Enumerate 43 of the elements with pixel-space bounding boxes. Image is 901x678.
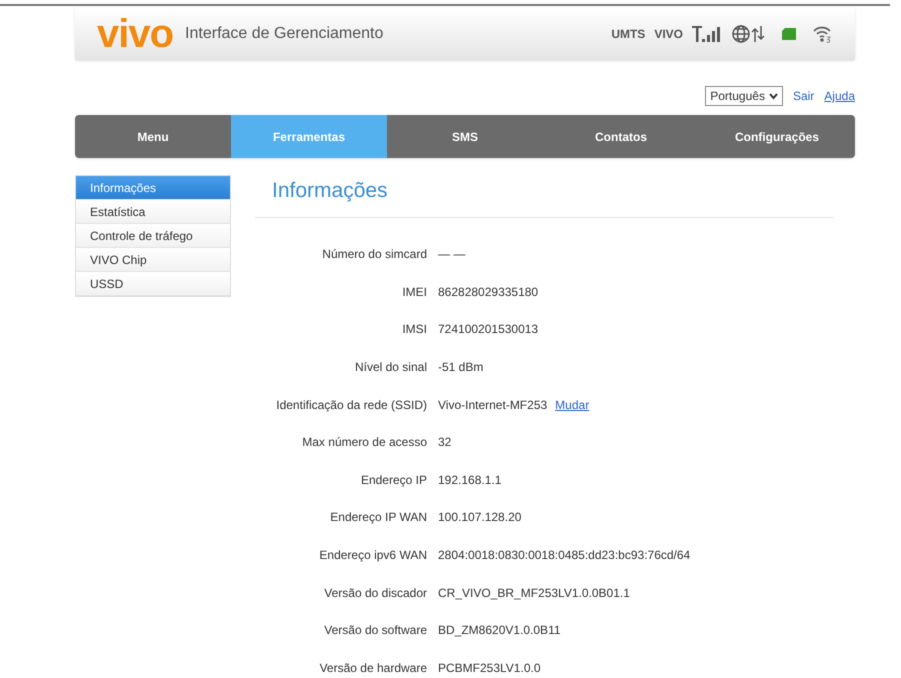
field-value: BD_ZM8620V1.0.0B11 <box>438 622 561 640</box>
field-value: PCBMF253LV1.0.0 <box>438 660 540 677</box>
chevron-down-icon <box>768 92 778 100</box>
field-value: — — <box>438 246 466 264</box>
field-value: 100.107.128.20 <box>438 509 522 526</box>
nav-tab[interactable]: Configurações <box>699 115 855 158</box>
field-value: 862828029335180 <box>438 284 538 301</box>
operator-name: VIVO <box>654 26 683 43</box>
field-label: Max número de acesso <box>301 434 428 452</box>
globe-arrows-icon <box>731 24 765 44</box>
language-select[interactable]: Português <box>705 86 783 106</box>
nav-tab[interactable]: SMS <box>387 115 543 158</box>
wifi-icon <box>813 24 833 44</box>
field-value: -51 dBm <box>438 359 484 376</box>
field-label: Endereço IP <box>360 472 428 489</box>
top-link[interactable]: Sair <box>792 87 814 105</box>
field-value: CR_VIVO_BR_MF253LV1.0.0B01.1 <box>438 584 630 602</box>
field-value: Vivo-Internet-MF253 <box>438 396 548 414</box>
change-link[interactable]: Mudar <box>555 396 590 414</box>
field-value: 724100201530013 <box>438 321 538 338</box>
field-label: Número do simcard <box>321 246 428 264</box>
nav-tab[interactable]: Contatos <box>543 115 699 158</box>
field-label: Versão do software <box>323 622 428 640</box>
field-value: 32 <box>438 434 452 452</box>
field-label: Identificação da rede (SSID) <box>275 396 428 414</box>
page-title: Informações <box>272 179 388 202</box>
field-label: Versão de hardware <box>318 660 428 677</box>
field-label: IMSI <box>401 321 428 338</box>
vivo-logo: vivo <box>97 14 174 54</box>
field-label: Nível do sinal <box>354 359 428 376</box>
sim-card-icon <box>782 28 796 40</box>
field-label: Endereço IP WAN <box>329 509 428 526</box>
field-label: Versão do discador <box>323 584 428 602</box>
field-value: 2804:0018:0830:0018:0485:dd23:bc93:76cd/64 <box>438 547 690 564</box>
field-label: IMEI <box>401 284 428 301</box>
network-type: UMTS <box>611 26 646 43</box>
field-value: 192.168.1.1 <box>438 472 502 489</box>
sidebar-item[interactable]: Informações <box>76 176 230 200</box>
top-link[interactable]: Ajuda <box>824 87 855 105</box>
field-label: Endereço ipv6 WAN <box>318 547 428 564</box>
nav-tab[interactable]: Menu <box>75 115 231 158</box>
signal-icon <box>692 24 722 44</box>
header-title: Interface de Gerenciamento <box>185 24 384 44</box>
